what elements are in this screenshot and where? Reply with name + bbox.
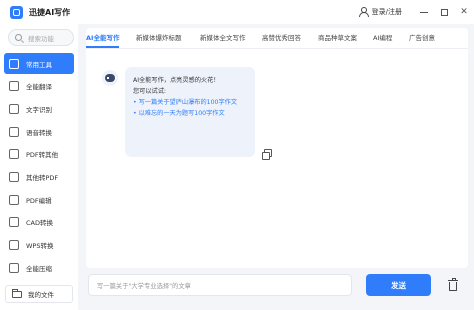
sidebar-item-9[interactable]: 全能压缩 [4, 257, 74, 278]
compress-icon [9, 262, 19, 273]
tab-1[interactable]: 新媒体爆炸标题 [136, 28, 182, 48]
sidebar-item-label: CAD转换 [26, 219, 53, 228]
prompt-input-placeholder: 写一篇关于"大学专业选择"的文章 [97, 282, 191, 290]
tab-0[interactable]: AI全能写作 [86, 28, 120, 48]
sidebar-item-label: 其他转PDF [26, 173, 59, 182]
sidebar-item-label: 全能压缩 [26, 264, 52, 273]
pdf-convert-icon [9, 149, 19, 160]
sidebar-item-label: 全能翻译 [26, 83, 52, 92]
sidebar-item-3[interactable]: 语音转换 [4, 121, 74, 142]
sidebar-item-1[interactable]: 全能翻译 [4, 76, 74, 97]
suggestion-link-2[interactable]: • 以难忘的一天为题写100字作文 [133, 108, 247, 119]
voice-icon [9, 126, 19, 137]
title-bar-right: 登录/注册 ✕ [358, 0, 474, 24]
sidebar-search-input[interactable]: 搜索功能 [8, 29, 74, 46]
sidebar-item-label: 语音转换 [26, 128, 52, 137]
sidebar-item-8[interactable]: WPS转换 [4, 235, 74, 256]
sidebar-item-5[interactable]: 其他转PDF [4, 166, 74, 187]
login-register-link[interactable]: 登录/注册 [372, 7, 402, 17]
close-button[interactable]: ✕ [454, 0, 474, 24]
title-bar: 迅捷AI写作 登录/注册 ✕ [0, 0, 474, 24]
maximize-icon [440, 8, 448, 16]
assistant-message-bubble: AI全能写作，点亮灵感的火花！ 您可以试试: • 写一篇关于望庐山瀑布的100字… [125, 67, 255, 157]
my-files-button[interactable]: 我的文件 [5, 285, 73, 303]
sidebar-item-4[interactable]: PDF转其他 [4, 144, 74, 165]
close-icon: ✕ [460, 7, 468, 17]
maximize-button[interactable] [434, 0, 454, 24]
folder-icon [12, 288, 22, 298]
app-logo-icon [10, 5, 23, 19]
tab-divider [86, 48, 468, 49]
tab-2[interactable]: 新媒体全文写作 [200, 28, 246, 48]
tab-4[interactable]: 商品种草文案 [318, 28, 357, 48]
main-panel: AI全能写作 新媒体爆炸标题 新媒体全文写作 高赞优秀回答 商品种草文案 AI编程 广告创意… [86, 28, 468, 268]
search-placeholder: 搜索功能 [28, 34, 54, 43]
sidebar-item-label: 文字识别 [26, 105, 52, 114]
sidebar-item-0[interactable]: 常用工具 [4, 53, 74, 74]
tab-3[interactable]: 高赞优秀回答 [262, 28, 301, 48]
sidebar-nav-list: 常用工具全能翻译文字识别语音转换 PDF转其他 其他转PDF PDF编辑 CAD转换 WP… [4, 53, 74, 303]
trash-icon [448, 277, 458, 291]
wps-icon [9, 240, 19, 250]
toolbox-icon [9, 58, 19, 69]
sidebar-item-label: PDF转其他 [26, 151, 59, 160]
sidebar: 搜索功能 常用工具全能翻译文字识别语音转换 PDF转其他 其他转PDF PDF编辑 CA… [0, 24, 78, 310]
app-title: 迅捷AI写作 [29, 7, 71, 17]
sidebar-item-label: WPS转换 [26, 242, 54, 250]
cad-icon [9, 217, 19, 228]
suggestion-link-1[interactable]: • 写一篇关于望庐山瀑布的100字作文 [133, 97, 247, 108]
to-pdf-icon [9, 171, 19, 182]
search-icon [15, 34, 22, 41]
translate-icon [9, 81, 19, 92]
tab-6[interactable]: 广告创意 [409, 28, 435, 48]
sidebar-item-label: PDF编辑 [26, 196, 52, 205]
greeting-text: AI全能写作，点亮灵感的火花！ [133, 77, 220, 84]
bot-avatar-icon [102, 70, 118, 86]
minimize-icon [420, 11, 428, 13]
tab-bar: AI全能写作 新媒体爆炸标题 新媒体全文写作 高赞优秀回答 商品种草文案 AI编程 广告创意 [86, 28, 468, 48]
copy-icon[interactable] [262, 149, 272, 160]
sidebar-item-7[interactable]: CAD转换 [4, 212, 74, 233]
pdf-edit-icon [9, 194, 19, 205]
sidebar-item-label: 常用工具 [26, 60, 52, 69]
ocr-icon [9, 103, 19, 114]
sidebar-item-2[interactable]: 文字识别 [4, 98, 74, 119]
prompt-input[interactable]: 写一篇关于"大学专业选择"的文章 [88, 274, 352, 296]
tab-5[interactable]: AI编程 [373, 28, 392, 48]
sidebar-item-6[interactable]: PDF编辑 [4, 189, 74, 210]
minimize-button[interactable] [414, 0, 434, 24]
user-icon[interactable] [358, 7, 369, 17]
clear-button[interactable] [444, 276, 462, 294]
send-button[interactable]: 发送 [366, 274, 431, 296]
prompt-text: 您可以试试: [133, 88, 167, 95]
my-files-label: 我的文件 [28, 291, 54, 299]
